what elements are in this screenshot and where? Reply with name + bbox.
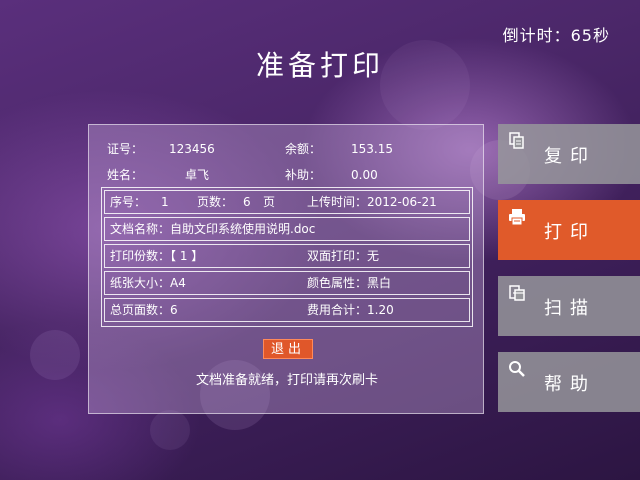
exit-button[interactable]: 退出: [263, 339, 313, 359]
document-details-table: 序号： 1 页数： 6 页 上传时间：2012-06-21 文档名称：自助文印系…: [101, 187, 473, 327]
table-row: 文档名称：自助文印系统使用说明.doc: [104, 217, 470, 241]
scan-icon: [508, 284, 526, 302]
card-number-label: 证号：: [107, 142, 144, 156]
printer-icon: [508, 208, 526, 226]
duplex-setting: 双面打印：无: [307, 249, 380, 263]
status-message: 文档准备就绪，打印请再次刷卡: [195, 373, 378, 388]
info-line-user: 姓名： 卓飞 补助： 0.00: [107, 166, 467, 184]
bokeh-light: [150, 410, 190, 450]
magnifier-icon: [508, 360, 526, 378]
table-row: 序号： 1 页数： 6 页 上传时间：2012-06-21: [104, 190, 470, 214]
print-button[interactable]: 打印: [498, 200, 640, 260]
pages-label: 页数：: [197, 195, 234, 209]
name-value: 卓飞: [185, 168, 210, 182]
total-fee: 费用合计：1.20: [307, 303, 394, 317]
scan-label: 扫描: [544, 298, 596, 319]
help-button[interactable]: 帮助: [498, 352, 640, 412]
seq-label: 序号：: [110, 195, 147, 209]
color-mode: 颜色属性：黑白: [307, 276, 392, 290]
name-label: 姓名：: [107, 168, 144, 182]
print-info-panel: 证号： 123456 余额： 153.15 姓名： 卓飞 补助： 0.00 序号…: [88, 124, 484, 414]
table-row: 打印份数：【 1 】 双面打印：无: [104, 244, 470, 268]
countdown-timer: 倒计时：65秒: [502, 26, 610, 45]
paper-size: 纸张大小：A4: [110, 276, 186, 290]
pages-unit: 页: [263, 195, 276, 209]
subsidy-value: 0.00: [351, 168, 378, 182]
page-title: 准备打印: [255, 49, 384, 82]
balance-label: 余额：: [285, 142, 322, 156]
table-row: 纸张大小：A4 颜色属性：黑白: [104, 271, 470, 295]
scan-button[interactable]: 扫描: [498, 276, 640, 336]
info-line-account: 证号： 123456 余额： 153.15: [107, 140, 467, 158]
upload-time: 上传时间：2012-06-21: [307, 195, 437, 209]
card-number-value: 123456: [169, 142, 215, 156]
total-pages: 总页面数：6: [110, 303, 178, 317]
copy-icon: [508, 132, 526, 150]
balance-value: 153.15: [351, 142, 393, 156]
help-label: 帮助: [544, 374, 596, 395]
print-copies: 打印份数：【 1 】: [110, 249, 204, 263]
pages-value: 6: [243, 195, 251, 209]
table-row: 总页面数：6 费用合计：1.20: [104, 298, 470, 322]
document-name: 文档名称：自助文印系统使用说明.doc: [110, 222, 316, 236]
print-label: 打印: [544, 222, 596, 243]
bokeh-light: [30, 330, 80, 380]
copy-label: 复印: [544, 146, 596, 167]
copy-button[interactable]: 复印: [498, 124, 640, 184]
seq-value: 1: [161, 195, 169, 209]
subsidy-label: 补助：: [285, 168, 322, 182]
